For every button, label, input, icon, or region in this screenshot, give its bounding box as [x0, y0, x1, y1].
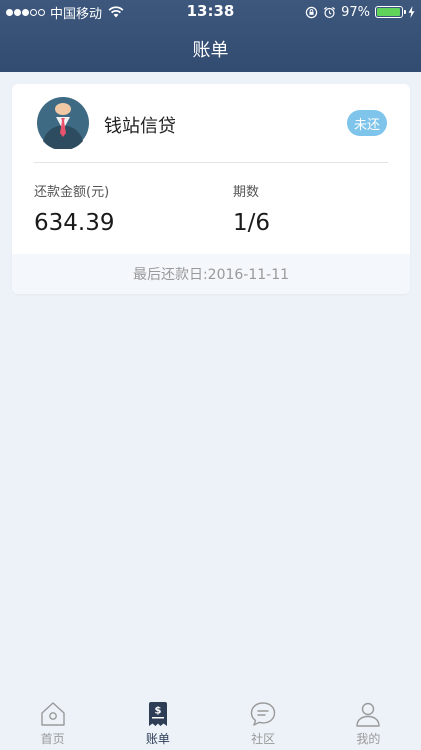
- amount-value: 634.39: [34, 210, 115, 236]
- tab-bill[interactable]: $ 账单: [105, 696, 210, 750]
- tab-community-label: 社区: [251, 732, 276, 746]
- carrier-name: 中国移动: [50, 6, 103, 22]
- top-header: 中国移动 13:38 97% 账单: [0, 0, 421, 72]
- bill-icon: $: [148, 702, 167, 726]
- tab-mine-label: 我的: [356, 732, 381, 746]
- tab-bar: 首页 $ 账单 社区 我的: [0, 696, 421, 750]
- card-divider: [34, 162, 388, 163]
- battery-percent: 97%: [341, 4, 370, 20]
- home-icon: [40, 702, 65, 726]
- svg-text:$: $: [154, 706, 161, 717]
- tab-home[interactable]: 首页: [0, 696, 105, 750]
- tab-bill-label: 账单: [145, 732, 170, 746]
- tab-mine[interactable]: 我的: [316, 696, 421, 750]
- bill-card[interactable]: 钱站信贷 未还 还款金额(元) 634.39 期数 1/6 最后还款日:2016…: [12, 84, 410, 294]
- status-badge: 未还: [347, 110, 387, 136]
- tab-home-label: 首页: [40, 732, 65, 746]
- wifi-icon: [108, 6, 124, 18]
- signal-strength-icon: [6, 8, 45, 16]
- period-label: 期数: [233, 185, 260, 200]
- lender-name: 钱站信贷: [104, 116, 176, 137]
- due-date: 最后还款日:2016-11-11: [12, 254, 410, 294]
- tab-community[interactable]: 社区: [211, 696, 316, 750]
- status-bar: 中国移动 13:38 97%: [0, 0, 421, 24]
- alarm-icon: [324, 6, 336, 18]
- page-title: 账单: [192, 40, 229, 61]
- charging-bolt-icon: [408, 6, 415, 18]
- chat-icon: [250, 702, 276, 726]
- period-value: 1/6: [233, 210, 271, 236]
- user-icon: [356, 702, 381, 727]
- amount-label: 还款金额(元): [34, 185, 110, 200]
- lender-avatar: [37, 97, 89, 149]
- battery-icon: [375, 6, 406, 18]
- rotation-lock-icon: [305, 6, 318, 18]
